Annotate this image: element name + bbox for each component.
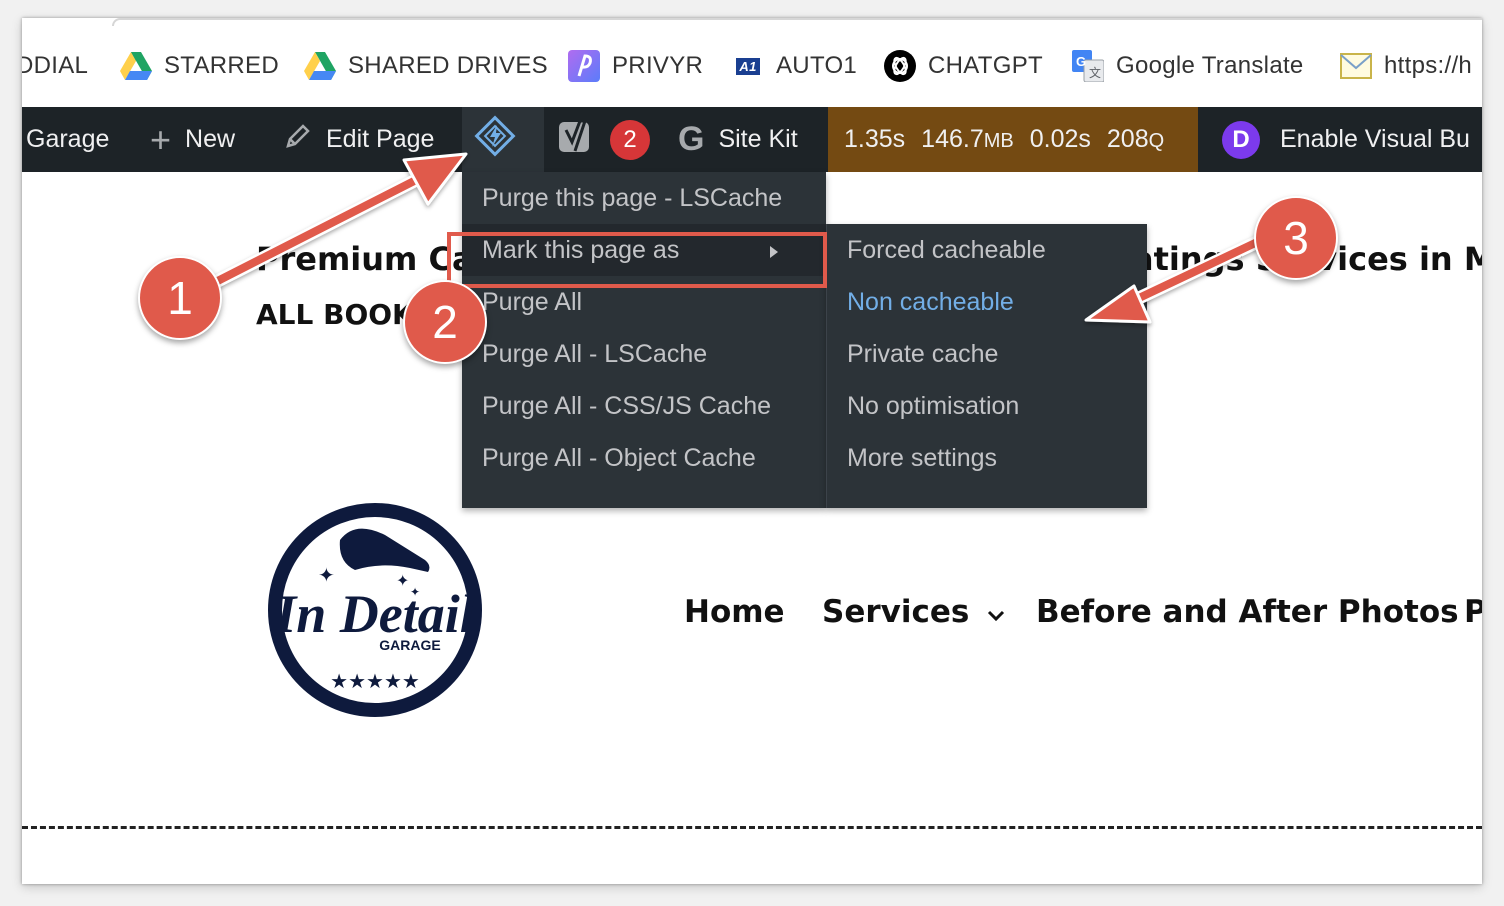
- wp-admin-bar: Garage + New Edit Page 2 G Site Kit 1.35…: [22, 107, 1482, 172]
- chevron-down-icon: [987, 594, 1005, 630]
- menu-purge-all-object[interactable]: Purge All - Object Cache: [482, 432, 756, 484]
- menu-purge-all-lscache[interactable]: Purge All - LSCache: [482, 328, 707, 380]
- bookmark-ddial[interactable]: DDIAL: [22, 48, 88, 84]
- menu-purge-all[interactable]: Purge All: [482, 276, 582, 328]
- submenu-more-settings[interactable]: More settings: [847, 432, 997, 484]
- logo-stars: ★★★★★: [330, 671, 420, 693]
- plus-icon: +: [150, 118, 172, 160]
- hero-subheading: ALL BOOK: [256, 298, 414, 331]
- admin-new-button[interactable]: + New: [150, 107, 235, 172]
- google-translate-icon: G文: [1072, 50, 1104, 82]
- mail-icon: [1340, 50, 1372, 82]
- bookmark-google-translate[interactable]: G文 Google Translate: [1072, 48, 1304, 84]
- openai-icon: [884, 50, 916, 82]
- mark-page-submenu: Forced cacheable Non cacheable Private c…: [826, 224, 1147, 508]
- google-drive-icon: [304, 50, 336, 82]
- hero-heading-left: Premium Ca: [256, 240, 474, 278]
- pencil-icon: [284, 122, 312, 157]
- submenu-private-cache[interactable]: Private cache: [847, 328, 998, 380]
- svg-text:文: 文: [1089, 65, 1101, 80]
- bookmark-starred[interactable]: STARRED: [120, 48, 279, 84]
- litespeed-dropdown-menu: Purge this page - LSCache Mark this page…: [462, 172, 826, 508]
- menu-purge-all-cssjs[interactable]: Purge All - CSS/JS Cache: [482, 380, 771, 432]
- auto1-icon: A1: [732, 50, 764, 82]
- submenu-forced-cacheable[interactable]: Forced cacheable: [847, 224, 1046, 276]
- nav-before-after[interactable]: Before and After Photos: [1036, 590, 1459, 634]
- browser-window: DDIAL STARRED SHARED DRIVES PRIVYR A1 AU…: [22, 18, 1482, 884]
- bookmark-privyr[interactable]: PRIVYR: [568, 48, 703, 84]
- dashed-divider: [22, 826, 1482, 829]
- nav-home[interactable]: Home: [684, 590, 785, 634]
- yoast-notification-badge: 2: [610, 119, 650, 160]
- nav-partial[interactable]: P: [1464, 590, 1482, 634]
- litespeed-diamond-icon: [474, 115, 516, 164]
- logo-subtext: GARAGE: [379, 637, 440, 653]
- svg-text:G: G: [1076, 54, 1086, 69]
- google-drive-icon: [120, 50, 152, 82]
- bookmark-shared-drives[interactable]: SHARED DRIVES: [304, 48, 548, 84]
- menu-purge-this-page[interactable]: Purge this page - LSCache: [482, 172, 782, 224]
- logo-wordmark: In Detail: [274, 584, 475, 644]
- site-logo[interactable]: ✦ ✦ ✦ In Detail GARAGE ★★★★★: [260, 500, 490, 725]
- admin-site-name[interactable]: Garage: [26, 107, 109, 172]
- query-monitor-stats[interactable]: 1.35s 146.7MB 0.02s 208Q: [844, 107, 1164, 172]
- divi-icon: D: [1222, 120, 1260, 159]
- bookmark-chatgpt[interactable]: CHATGPT: [884, 48, 1043, 84]
- yoast-icon: [558, 117, 596, 162]
- submenu-no-optimisation[interactable]: No optimisation: [847, 380, 1019, 432]
- google-g-icon: G: [678, 120, 705, 158]
- nav-services[interactable]: Services: [822, 590, 1005, 634]
- divi-visual-builder-button[interactable]: D Enable Visual Bu: [1222, 107, 1470, 172]
- yoast-seo-menu[interactable]: 2: [558, 107, 650, 172]
- bookmark-auto1[interactable]: A1 AUTO1: [732, 48, 857, 84]
- memory-stat: 146.7MB: [921, 125, 1014, 153]
- bookmarks-bar: DDIAL STARRED SHARED DRIVES PRIVYR A1 AU…: [22, 18, 1482, 108]
- submenu-non-cacheable[interactable]: Non cacheable: [847, 276, 1014, 328]
- caret-right-icon: [770, 246, 778, 258]
- privyr-icon: [568, 50, 600, 82]
- litespeed-cache-menu[interactable]: [474, 107, 516, 172]
- bookmark-https[interactable]: https://h: [1340, 48, 1472, 84]
- tab-strip: [112, 18, 1482, 26]
- admin-edit-page-button[interactable]: Edit Page: [284, 107, 434, 172]
- query-stat: 208Q: [1106, 125, 1165, 153]
- site-kit-menu[interactable]: G Site Kit: [678, 107, 798, 172]
- menu-mark-page-as[interactable]: Mark this page as: [482, 224, 806, 276]
- hero-heading-right: atings Services in M: [1132, 240, 1482, 278]
